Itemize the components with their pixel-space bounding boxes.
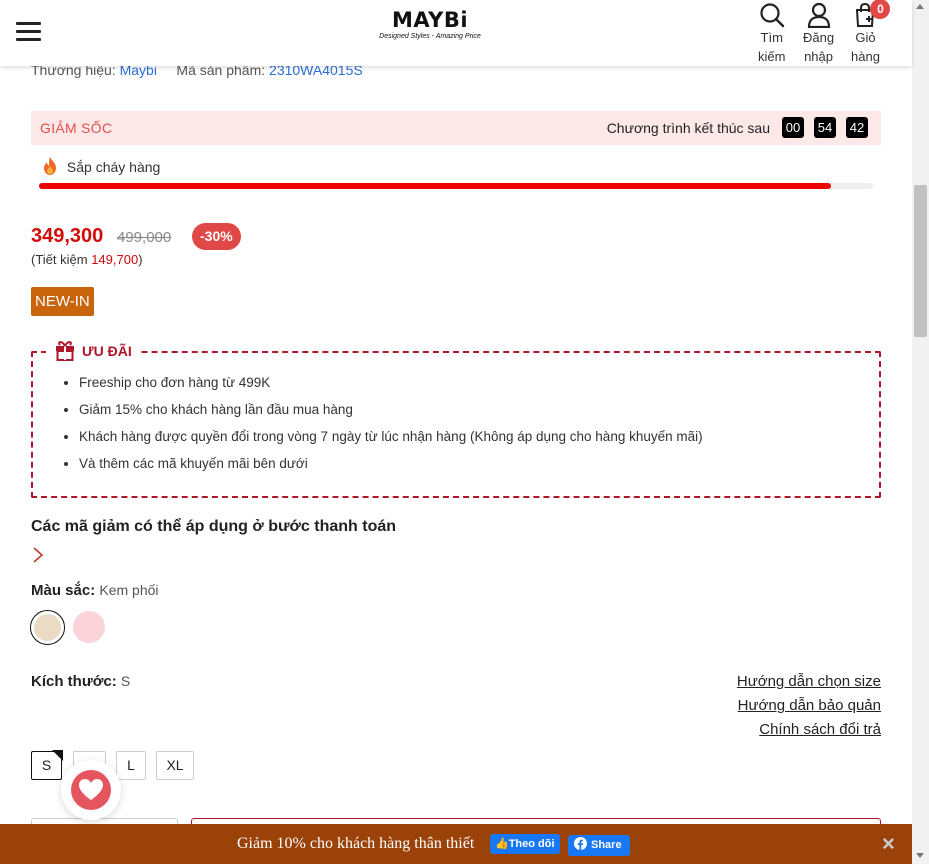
search-button[interactable]: Tìm kiếm xyxy=(758,2,785,66)
cart-label-2: hàng xyxy=(851,49,880,64)
stock-status: Sắp cháy hàng xyxy=(40,156,160,176)
follow-label: Theo dõi xyxy=(508,838,555,850)
color-swatch-pink[interactable] xyxy=(72,610,107,645)
discount-badge: -30% xyxy=(192,223,241,250)
loyalty-footer-bar: Giảm 10% cho khách hàng thân thiết 👍Theo… xyxy=(0,824,912,864)
timer-seconds: 42 xyxy=(846,117,868,138)
promo-item: Và thêm các mã khuyến mãi bên dưới xyxy=(79,456,703,471)
size-label-text: Kích thước: xyxy=(31,673,117,690)
search-icon xyxy=(760,3,784,28)
new-in-badge: NEW-IN xyxy=(31,287,94,316)
saving-text: (Tiết kiệm 149,700) xyxy=(31,252,143,267)
flash-sale-banner: GIẢM SỐC Chương trình kết thúc sau 00 54… xyxy=(31,111,881,145)
promo-title: ƯU ĐÃI xyxy=(82,343,132,359)
discount-codes-title: Các mã giảm có thể áp dụng ở bước thanh … xyxy=(31,518,397,535)
site-header: MAYBi Designed Styles - Amazing Price Tì… xyxy=(0,0,912,66)
promo-box: ƯU ĐÃI Freeship cho đơn hàng từ 499K Giả… xyxy=(31,339,881,498)
promo-header: ƯU ĐÃI xyxy=(46,339,140,361)
size-guide-link[interactable]: Hướng dẫn chọn size xyxy=(737,673,881,690)
saving-suffix: ) xyxy=(138,252,143,267)
share-label: Share xyxy=(591,839,622,851)
scroll-down-arrow-icon[interactable] xyxy=(916,853,924,858)
facebook-share-button[interactable]: Share xyxy=(568,835,630,856)
stock-progress-fill xyxy=(39,183,832,189)
promo-item: Freeship cho đơn hàng từ 499K xyxy=(79,375,703,390)
login-label-2: nhập xyxy=(804,49,833,64)
search-label-2: kiếm xyxy=(758,49,786,64)
search-label: Tìm xyxy=(760,30,783,45)
facebook-follow-button[interactable]: 👍Theo dõi xyxy=(490,834,560,854)
logo-brand: MAYBi xyxy=(391,8,469,32)
logo[interactable]: MAYBi Designed Styles - Amazing Price xyxy=(365,8,495,40)
care-guide-link[interactable]: Hướng dẫn bảo quản xyxy=(738,697,881,714)
gift-icon xyxy=(56,341,74,361)
promo-item: Khách hàng được quyền đổi trong vòng 7 n… xyxy=(79,429,703,444)
thumbs-up-icon: 👍 xyxy=(495,838,509,850)
size-option-xl[interactable]: XL xyxy=(156,751,194,780)
color-label: Màu sắc: Kem phối xyxy=(31,582,159,599)
size-option-label: S xyxy=(41,757,52,773)
heart-icon xyxy=(79,779,103,800)
close-icon[interactable]: × xyxy=(882,833,895,855)
login-button[interactable]: Đăng nhập xyxy=(803,2,834,66)
menu-icon[interactable] xyxy=(16,22,41,42)
user-icon xyxy=(807,2,830,28)
color-swatch-fill xyxy=(34,614,61,641)
wishlist-button[interactable] xyxy=(61,760,121,820)
original-price: 499,000 xyxy=(117,229,172,246)
logo-tagline: Designed Styles - Amazing Price xyxy=(379,33,481,40)
return-policy-link[interactable]: Chính sách đổi trả xyxy=(759,721,881,738)
saving-prefix: (Tiết kiệm xyxy=(31,252,92,267)
timer-hours: 00 xyxy=(782,117,804,138)
cart-count-badge: 0 xyxy=(870,0,891,19)
login-label: Đăng xyxy=(803,30,835,45)
current-price: 349,300 xyxy=(31,225,104,247)
size-option-l[interactable]: L xyxy=(116,751,146,780)
loyalty-text: Giảm 10% cho khách hàng thân thiết xyxy=(237,835,475,852)
stock-label: Sắp cháy hàng xyxy=(66,159,161,175)
size-value: S xyxy=(120,673,131,689)
promo-list: Freeship cho đơn hàng từ 499K Giảm 15% c… xyxy=(79,375,703,483)
cart-button[interactable]: 0 Giỏ hàng xyxy=(851,0,891,66)
scroll-up-arrow-icon[interactable] xyxy=(916,4,924,9)
page-scrollbar[interactable] xyxy=(912,0,929,864)
flash-sale-ends-label: Chương trình kết thúc sau xyxy=(606,120,770,136)
selected-check-icon xyxy=(52,750,63,761)
color-swatch-cream[interactable] xyxy=(30,610,65,645)
color-swatch-fill xyxy=(73,611,105,643)
size-option-s[interactable]: S xyxy=(31,750,63,780)
flash-sale-title: GIẢM SỐC xyxy=(40,120,113,136)
saving-amount: 149,700 xyxy=(91,252,139,267)
fire-icon xyxy=(44,157,56,175)
facebook-icon xyxy=(574,837,587,850)
stock-progress-bar xyxy=(39,183,873,189)
size-option-label: XL xyxy=(166,757,184,773)
timer-minutes: 54 xyxy=(814,117,836,138)
size-option-label: L xyxy=(127,757,135,773)
cart-label: Giỏ xyxy=(855,30,876,45)
scroll-thumb[interactable] xyxy=(914,185,927,337)
size-label: Kích thước: S xyxy=(31,673,130,690)
color-label-text: Màu sắc: xyxy=(31,582,96,599)
color-value: Kem phối xyxy=(99,582,159,598)
wishlist-circle xyxy=(71,770,111,810)
chevron-right-icon[interactable] xyxy=(31,546,45,564)
promo-item: Giảm 15% cho khách hàng lần đầu mua hàng xyxy=(79,402,703,417)
